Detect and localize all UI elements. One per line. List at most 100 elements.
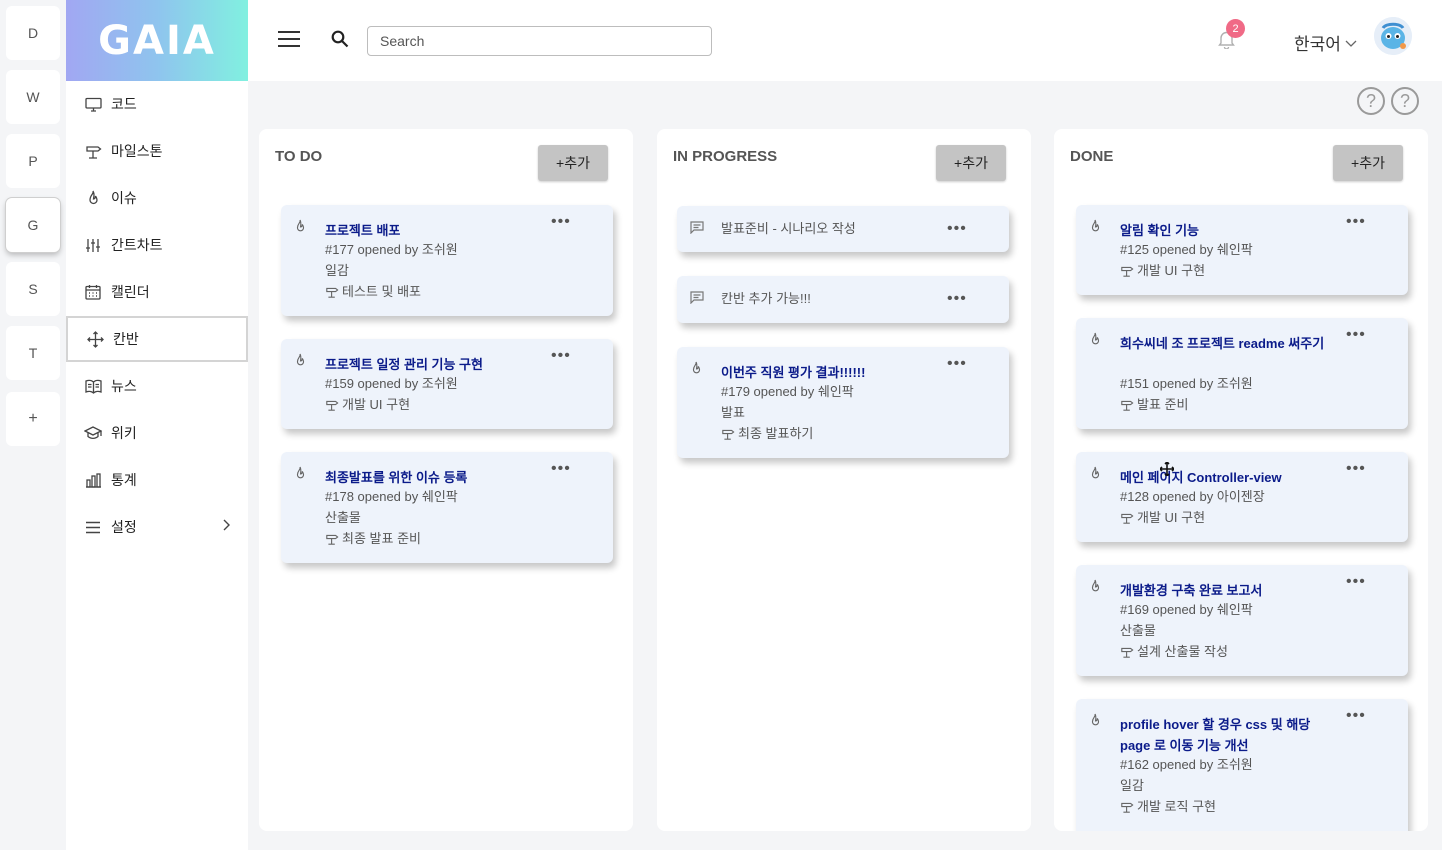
- flame-icon: [1089, 219, 1102, 239]
- help-icon[interactable]: ?: [1357, 87, 1385, 115]
- help-icon[interactable]: ?: [1391, 87, 1419, 115]
- add-card-button[interactable]: +추가: [936, 145, 1006, 181]
- more-options-icon[interactable]: •••: [947, 291, 967, 307]
- project-s-button[interactable]: S: [6, 262, 60, 316]
- milestone-icon: [722, 429, 735, 440]
- milestone-icon: [326, 287, 339, 298]
- project-t-button[interactable]: T: [6, 326, 60, 380]
- card-meta: #128 opened by 아이젠장: [1120, 489, 1265, 504]
- move-icon: [86, 330, 104, 348]
- comment-icon: [690, 221, 704, 239]
- more-options-icon[interactable]: •••: [947, 221, 967, 237]
- calendar-icon: [84, 283, 102, 301]
- sidebar-item-issue[interactable]: 이슈: [66, 175, 248, 221]
- search-input[interactable]: [367, 26, 712, 56]
- card-meta: #162 opened by 조쉬원: [1120, 757, 1253, 772]
- card-milestone: 발표 준비: [1120, 394, 1188, 415]
- card-meta: #179 opened by 쉐인팍: [721, 384, 854, 399]
- more-options-icon[interactable]: •••: [551, 348, 571, 364]
- card-title[interactable]: 이번주 직원 평가 결과!!!!!!: [721, 362, 937, 383]
- more-options-icon[interactable]: •••: [1346, 461, 1366, 477]
- app-logo[interactable]: GAIA: [66, 0, 248, 81]
- sidebar-item-wiki[interactable]: 위키: [66, 410, 248, 456]
- issue-card[interactable]: ••• 최종발표를 위한 이슈 등록 #178 opened by 쉐인팍 산출…: [281, 452, 613, 563]
- menu-icon: [84, 518, 102, 536]
- avatar[interactable]: [1374, 17, 1412, 55]
- more-options-icon[interactable]: •••: [551, 461, 571, 477]
- card-title[interactable]: 메인 페이지 Controller-view: [1120, 467, 1336, 488]
- kanban-column-in-progress: IN PROGRESS +추가 ••• 발표준비 - 시나리오 작성 ••• 칸…: [657, 129, 1031, 831]
- sidebar: 코드 마일스톤 이슈 간트차트 캘린더 칸반 뉴스 위키 통계 설정: [66, 81, 248, 850]
- add-project-button[interactable]: +: [6, 392, 60, 446]
- milestone-name: 최종 발표하기: [738, 426, 814, 441]
- card-title[interactable]: 희수씨네 조 프로젝트 readme 써주기: [1120, 333, 1336, 354]
- flame-icon: [1089, 466, 1102, 486]
- card-label: 일감: [325, 263, 349, 278]
- issue-card[interactable]: ••• 이번주 직원 평가 결과!!!!!! #179 opened by 쉐인…: [677, 347, 1009, 458]
- project-p-button[interactable]: P: [6, 134, 60, 188]
- card-title[interactable]: profile hover 할 경우 css 및 해당 page 로 이동 기능…: [1120, 714, 1336, 756]
- sidebar-item-gantt[interactable]: 간트차트: [66, 222, 248, 268]
- milestone-name: 최종 발표 준비: [342, 531, 421, 546]
- card-milestone: 개발 UI 구현: [1120, 507, 1205, 528]
- issue-card[interactable]: ••• 개발환경 구축 완료 보고서 #169 opened by 쉐인팍 산출…: [1076, 565, 1408, 676]
- add-card-button[interactable]: +추가: [538, 145, 608, 181]
- card-milestone: 개발 로직 구현: [1120, 796, 1216, 817]
- project-g-button[interactable]: G: [6, 198, 60, 252]
- card-meta: #151 opened by 조쉬원: [1120, 376, 1253, 391]
- note-card[interactable]: ••• 발표준비 - 시나리오 작성: [677, 206, 1009, 252]
- card-title[interactable]: 프로젝트 일정 관리 기능 구현: [325, 354, 541, 375]
- kanban-column-todo: TO DO +추가 ••• 프로젝트 배포 #177 opened by 조쉬원…: [259, 129, 633, 831]
- card-meta: #125 opened by 쉐인팍: [1120, 242, 1253, 257]
- project-w-button[interactable]: W: [6, 70, 60, 124]
- flame-icon: [1089, 713, 1102, 733]
- milestone-name: 테스트 및 배포: [342, 284, 421, 299]
- more-options-icon[interactable]: •••: [1346, 327, 1366, 343]
- column-title: TO DO: [275, 148, 323, 165]
- more-options-icon[interactable]: •••: [551, 214, 571, 230]
- sliders-icon: [84, 236, 102, 254]
- sidebar-item-settings[interactable]: 설정: [66, 504, 248, 550]
- column-title: DONE: [1070, 148, 1114, 165]
- chevron-right-icon[interactable]: [222, 518, 230, 534]
- issue-card[interactable]: ••• 프로젝트 배포 #177 opened by 조쉬원 일감 테스트 및 …: [281, 205, 613, 316]
- issue-card[interactable]: ••• profile hover 할 경우 css 및 해당 page 로 이…: [1076, 699, 1408, 831]
- card-title[interactable]: 개발환경 구축 완료 보고서: [1120, 580, 1336, 601]
- milestone-icon: [326, 534, 339, 545]
- issue-card[interactable]: ••• 프로젝트 일정 관리 기능 구현 #159 opened by 조쉬원 …: [281, 339, 613, 429]
- sidebar-item-calendar[interactable]: 캘린더: [66, 269, 248, 315]
- card-title[interactable]: 프로젝트 배포: [325, 220, 541, 241]
- monitor-icon: [84, 95, 102, 113]
- language-select[interactable]: 한국어: [1294, 30, 1357, 55]
- project-d-button[interactable]: D: [6, 6, 60, 60]
- milestone-name: 발표 준비: [1137, 397, 1189, 412]
- card-meta: #169 opened by 쉐인팍: [1120, 602, 1253, 617]
- sidebar-item-milestone[interactable]: 마일스톤: [66, 128, 248, 174]
- card-meta: #177 opened by 조쉬원: [325, 242, 458, 257]
- add-card-button[interactable]: +추가: [1333, 145, 1403, 181]
- sidebar-item-label: 뉴스: [111, 378, 137, 394]
- sidebar-item-news[interactable]: 뉴스: [66, 363, 248, 409]
- more-options-icon[interactable]: •••: [947, 356, 967, 372]
- more-options-icon[interactable]: •••: [1346, 214, 1366, 230]
- card-meta: #159 opened by 조쉬원: [325, 376, 458, 391]
- note-text: 발표준비 - 시나리오 작성: [721, 221, 856, 236]
- project-rail: D W P G S T +: [0, 0, 66, 850]
- note-card[interactable]: ••• 칸반 추가 가능!!!: [677, 276, 1009, 323]
- graduation-cap-icon: [84, 424, 102, 442]
- sidebar-item-code[interactable]: 코드: [66, 81, 248, 127]
- milestone-icon: [1121, 400, 1134, 411]
- search-icon[interactable]: [331, 30, 349, 53]
- sidebar-item-stats[interactable]: 통계: [66, 457, 248, 503]
- issue-card[interactable]: ••• 희수씨네 조 프로젝트 readme 써주기 #151 opened b…: [1076, 318, 1408, 429]
- sidebar-item-kanban[interactable]: 칸반: [66, 316, 248, 362]
- milestone-icon: [1121, 513, 1134, 524]
- more-options-icon[interactable]: •••: [1346, 574, 1366, 590]
- card-title[interactable]: 최종발표를 위한 이슈 등록: [325, 467, 541, 488]
- card-title[interactable]: 알림 확인 기능: [1120, 220, 1336, 241]
- more-options-icon[interactable]: •••: [1346, 708, 1366, 724]
- issue-card[interactable]: ••• 메인 페이지 Controller-view #128 opened b…: [1076, 452, 1408, 542]
- hamburger-menu-icon[interactable]: [278, 30, 300, 53]
- issue-card[interactable]: ••• 알림 확인 기능 #125 opened by 쉐인팍 개발 UI 구현: [1076, 205, 1408, 295]
- sidebar-item-label: 코드: [111, 96, 137, 112]
